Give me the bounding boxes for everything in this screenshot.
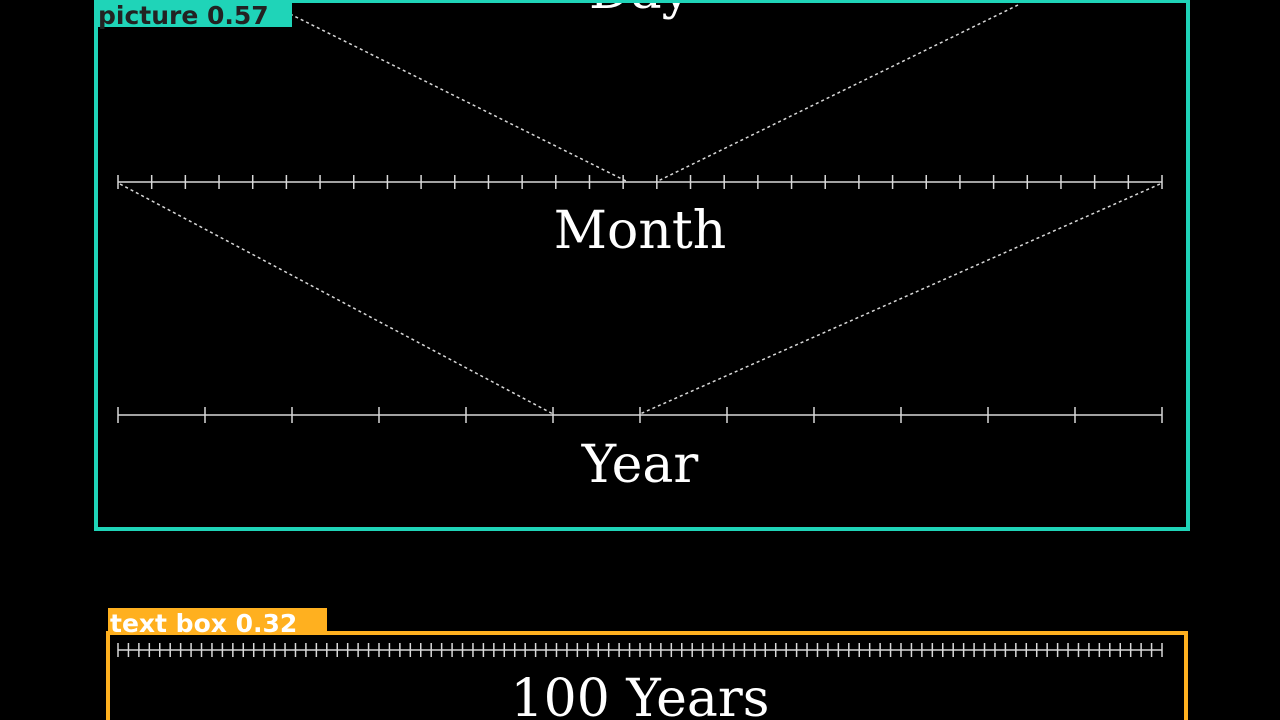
- century-ticks: [117, 643, 1163, 657]
- month-label: Month: [554, 201, 726, 261]
- text-box-detection-text: text box 0.32: [110, 609, 297, 638]
- day-label: Day: [589, 0, 692, 21]
- year-axis: [117, 407, 1163, 423]
- century-axis: [117, 643, 1163, 657]
- connector-day-right: [655, 4, 1019, 183]
- video-frame: Day Month Year 100 Years picture 0.57 te…: [0, 0, 1280, 720]
- month-axis: [117, 175, 1163, 189]
- year-label: Year: [581, 435, 699, 495]
- connector-day-left: [289, 13, 629, 183]
- connector-month-left: [119, 183, 554, 415]
- century-label: 100 Years: [511, 669, 770, 720]
- timescale-diagram: Day Month Year 100 Years picture 0.57 te…: [94, 0, 1190, 720]
- picture-detection-text: picture 0.57: [98, 1, 269, 30]
